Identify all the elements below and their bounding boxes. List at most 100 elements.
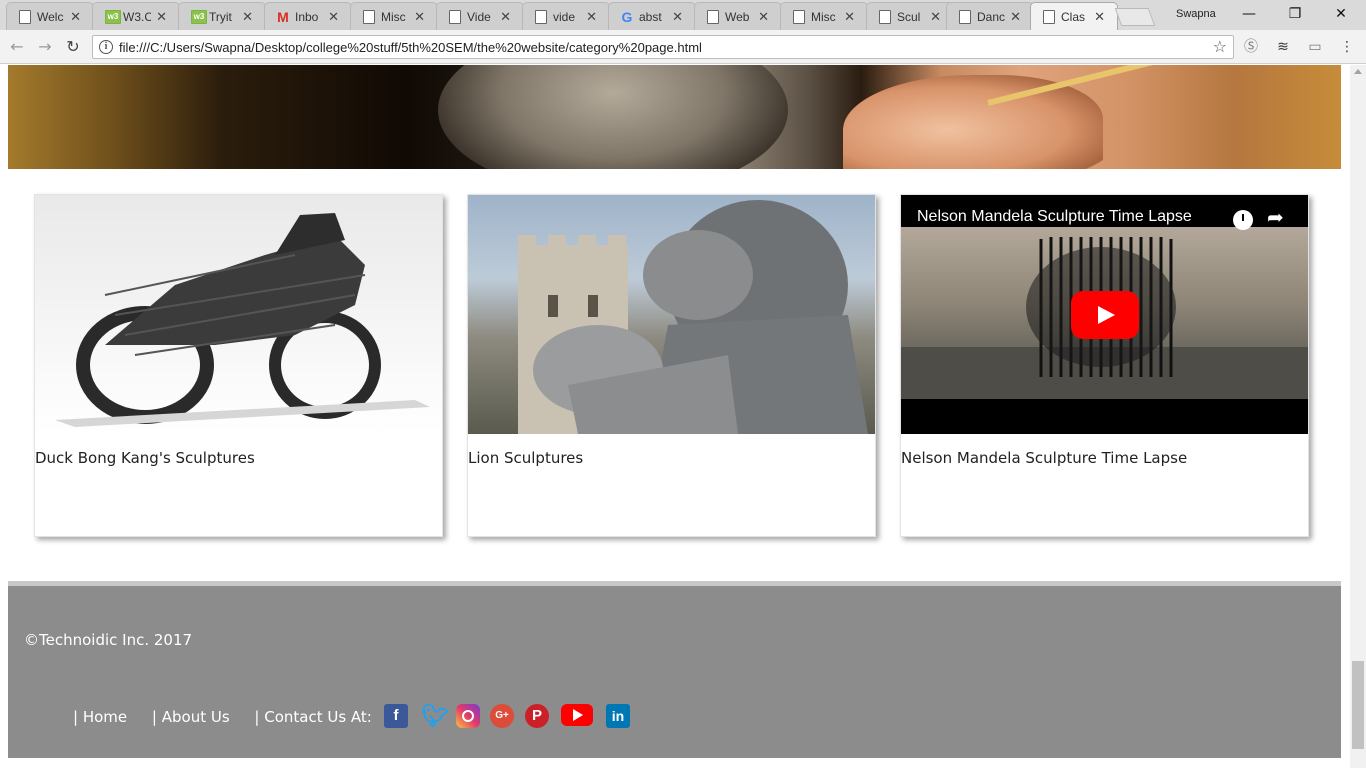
doc-icon (449, 10, 461, 24)
youtube-icon[interactable] (561, 704, 593, 726)
tab-label: Scul (897, 10, 921, 24)
close-icon[interactable]: ✕ (328, 9, 339, 25)
google-icon: G (621, 9, 633, 25)
tab-label: Misc (811, 10, 836, 24)
play-button[interactable] (1071, 291, 1139, 339)
forward-icon[interactable]: → (34, 36, 56, 58)
close-icon[interactable]: ✕ (242, 9, 253, 25)
browser-tab[interactable]: Misc ✕ (780, 2, 868, 30)
tab-label: Danc (977, 10, 1005, 24)
close-icon[interactable]: ✕ (586, 9, 597, 25)
linkedin-icon[interactable]: in (606, 704, 630, 728)
footer-links: | Home | About Us | Contact Us At: (73, 708, 392, 726)
browser-tab-active[interactable]: Clas ✕ (1030, 2, 1118, 31)
copyright-text: ©Technoidic Inc. 2017 (24, 631, 193, 649)
browser-tab[interactable]: M Inbo ✕ (264, 2, 352, 30)
restore-icon[interactable]: ❐ (1272, 2, 1318, 26)
contact-us-label: | Contact Us At: (254, 708, 372, 726)
reload-icon[interactable]: ↻ (62, 36, 84, 58)
browser-tab[interactable]: Danc ✕ (946, 2, 1034, 30)
google-plus-icon[interactable]: G+ (490, 704, 514, 728)
doc-icon (535, 10, 547, 24)
card-caption[interactable]: Nelson Mandela Sculpture Time Lapse (901, 449, 1187, 467)
browser-tab[interactable]: w3 W3.C ✕ (92, 2, 180, 30)
scrollbar-thumb[interactable] (1352, 661, 1364, 749)
doc-icon (19, 10, 31, 24)
close-icon[interactable]: ✕ (500, 9, 511, 25)
close-icon[interactable]: ✕ (844, 9, 855, 25)
gmail-icon: M (277, 9, 289, 25)
about-us-link[interactable]: | About Us (152, 708, 230, 726)
browser-tab[interactable]: Scul ✕ (866, 2, 954, 30)
close-icon[interactable]: ✕ (1094, 9, 1105, 25)
doc-icon (959, 10, 971, 24)
close-icon[interactable]: ✕ (156, 9, 167, 25)
tab-label: vide (553, 10, 576, 24)
profile-name[interactable]: Swapna (1176, 8, 1216, 20)
pinterest-icon[interactable]: P (525, 704, 549, 728)
w3-icon: w3 (191, 10, 207, 24)
close-icon[interactable]: ✕ (930, 9, 941, 25)
back-icon[interactable]: ← (6, 36, 28, 58)
doc-icon (363, 10, 375, 24)
card-lion[interactable]: Lion Sculptures (467, 194, 876, 537)
scroll-up-icon[interactable] (1354, 69, 1362, 74)
cast-icon[interactable]: ▭ (1306, 38, 1324, 56)
browser-tab[interactable]: Web ✕ (694, 2, 782, 30)
watch-later-icon[interactable] (1233, 210, 1253, 230)
banner-image (8, 65, 1341, 169)
card-video[interactable]: Nelson Mandela Sculpture Time Lapse ➦ Ne… (900, 194, 1309, 537)
twitter-icon[interactable]: 🐦︎ (421, 704, 449, 728)
layers-icon[interactable]: ≋ (1274, 38, 1292, 56)
new-tab-button[interactable] (1114, 8, 1156, 26)
skype-icon[interactable]: Ⓢ (1242, 38, 1260, 56)
card-caption[interactable]: Lion Sculptures (468, 449, 583, 467)
video-title[interactable]: Nelson Mandela Sculpture Time Lapse (917, 208, 1192, 226)
facebook-icon[interactable]: f (384, 704, 408, 728)
vertical-scrollbar[interactable] (1350, 65, 1366, 768)
tab-label: Tryit (209, 10, 232, 24)
doc-icon (793, 10, 805, 24)
address-bar[interactable]: i file:///C:/Users/Swapna/Desktop/colleg… (92, 35, 1234, 59)
close-icon[interactable]: ✕ (672, 9, 683, 25)
instagram-icon[interactable] (456, 704, 480, 728)
browser-tab[interactable]: Vide ✕ (436, 2, 524, 30)
browser-toolbar: ← → ↻ i file:///C:/Users/Swapna/Desktop/… (0, 30, 1366, 64)
url-text[interactable]: file:///C:/Users/Swapna/Desktop/college%… (119, 40, 702, 55)
info-icon[interactable]: i (99, 40, 113, 54)
menu-icon[interactable]: ⋮ (1338, 38, 1356, 56)
banner-sculpture-shape (438, 65, 788, 169)
doc-icon (1043, 10, 1055, 24)
close-icon[interactable]: ✕ (1010, 9, 1021, 25)
browser-tab[interactable]: Misc ✕ (350, 2, 438, 30)
banner-finger-shape (843, 75, 1103, 169)
youtube-embed[interactable]: Nelson Mandela Sculpture Time Lapse ➦ (901, 195, 1308, 434)
home-link[interactable]: | Home (73, 708, 127, 726)
tab-label: Misc (381, 10, 406, 24)
browser-tab[interactable]: vide ✕ (522, 2, 610, 30)
tab-strip: Welc ✕ w3 W3.C ✕ w3 Tryit ✕ M Inbo ✕ Misc ✕ Vide… (0, 0, 1366, 31)
close-window-icon[interactable]: ✕ (1318, 2, 1364, 26)
w3-icon: w3 (105, 10, 121, 24)
browser-tab[interactable]: Welc ✕ (6, 2, 94, 30)
motorcycle-sculpture-image[interactable] (35, 195, 442, 434)
close-icon[interactable]: ✕ (70, 9, 81, 25)
card-motorcycle[interactable]: Duck Bong Kang's Sculptures (34, 194, 443, 537)
browser-tab[interactable]: Gabst ✕ (608, 2, 696, 30)
tab-label: Web (725, 10, 750, 24)
minimize-icon[interactable]: — (1226, 2, 1272, 26)
footer: ©Technoidic Inc. 2017 | Home | About Us … (8, 586, 1341, 758)
share-icon[interactable]: ➦ (1267, 205, 1284, 229)
lion-sculpture-image[interactable] (468, 195, 875, 434)
tab-label: Welc (37, 10, 64, 24)
tab-label: abst (639, 10, 662, 24)
browser-tab[interactable]: w3 Tryit ✕ (178, 2, 266, 30)
bookmark-star-icon[interactable]: ☆ (1213, 37, 1227, 56)
tab-label: Vide (467, 10, 491, 24)
close-icon[interactable]: ✕ (414, 9, 425, 25)
tab-label: Inbo (295, 10, 319, 24)
doc-icon (707, 10, 719, 24)
card-caption[interactable]: Duck Bong Kang's Sculptures (35, 449, 255, 467)
close-icon[interactable]: ✕ (758, 9, 769, 25)
doc-icon (879, 10, 891, 24)
